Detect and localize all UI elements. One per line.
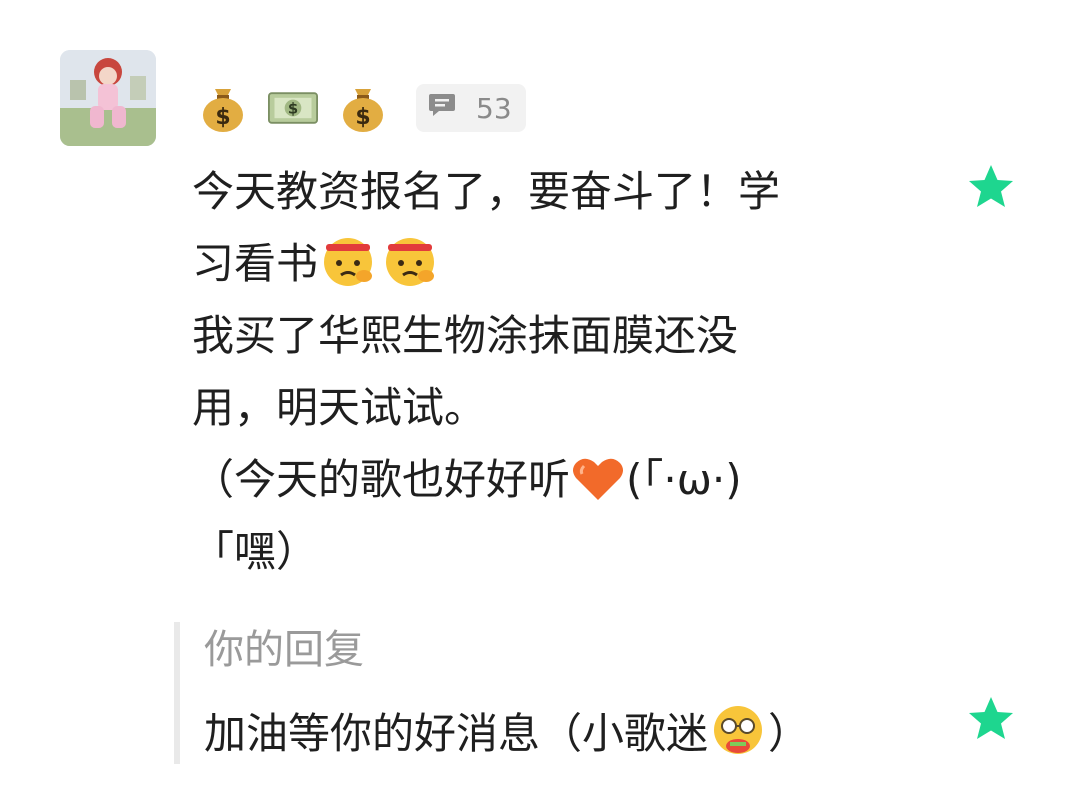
message-line-5-kaomoji: (「·ω·) — [626, 455, 742, 504]
reply-label: 你的回复 — [204, 627, 364, 673]
message-line-4: 用，明天试试。 — [192, 383, 487, 432]
dollar-banknote-icon: $ — [268, 83, 318, 133]
reply-text: 加油等你的好消息（小歌迷 ） — [204, 702, 810, 774]
determined-face-emoji-icon — [318, 232, 380, 310]
message-line-1: 今天教资报名了，要奋斗了！学 — [192, 167, 781, 216]
svg-text:$: $ — [288, 101, 298, 118]
reply-text-suffix: ） — [768, 709, 811, 758]
avatar[interactable] — [60, 50, 156, 146]
comment-count-chip[interactable]: 53 — [416, 84, 526, 132]
message-line-2: 习看书 — [192, 228, 892, 300]
orange-heart-emoji-icon — [570, 454, 626, 526]
star-icon[interactable] — [966, 162, 1016, 212]
message-line-5: （今天的歌也好好听 (「·ω·) — [192, 444, 892, 516]
svg-text:$: $ — [215, 105, 230, 130]
star-icon[interactable] — [966, 694, 1016, 744]
comment-message: 今天教资报名了，要奋斗了！学 习看书 我买了华熙生物涂抹面膜还没 用，明天试试。 — [192, 156, 892, 588]
svg-text:$: $ — [355, 105, 370, 130]
nerd-face-emoji-icon — [708, 702, 768, 774]
avatar-image — [60, 50, 156, 146]
reply-block: 你的回复 加油等你的好消息（小歌迷 ） — [174, 622, 900, 764]
money-bag-icon: $ — [338, 83, 388, 133]
reply-text-content: 加油等你的好消息（小歌迷 — [204, 709, 709, 758]
badge-row: $ $ $ 53 — [198, 80, 526, 136]
money-bag-icon: $ — [198, 83, 248, 133]
determined-face-emoji-icon — [380, 232, 442, 310]
message-line-6: 「嘿） — [192, 527, 319, 576]
comment-icon — [428, 92, 456, 125]
message-line-3: 我买了华熙生物涂抹面膜还没 — [192, 311, 739, 360]
comment-count: 53 — [476, 91, 512, 125]
message-line-5-text: （今天的歌也好好听 — [192, 455, 571, 504]
message-line-2-text: 习看书 — [192, 239, 319, 288]
